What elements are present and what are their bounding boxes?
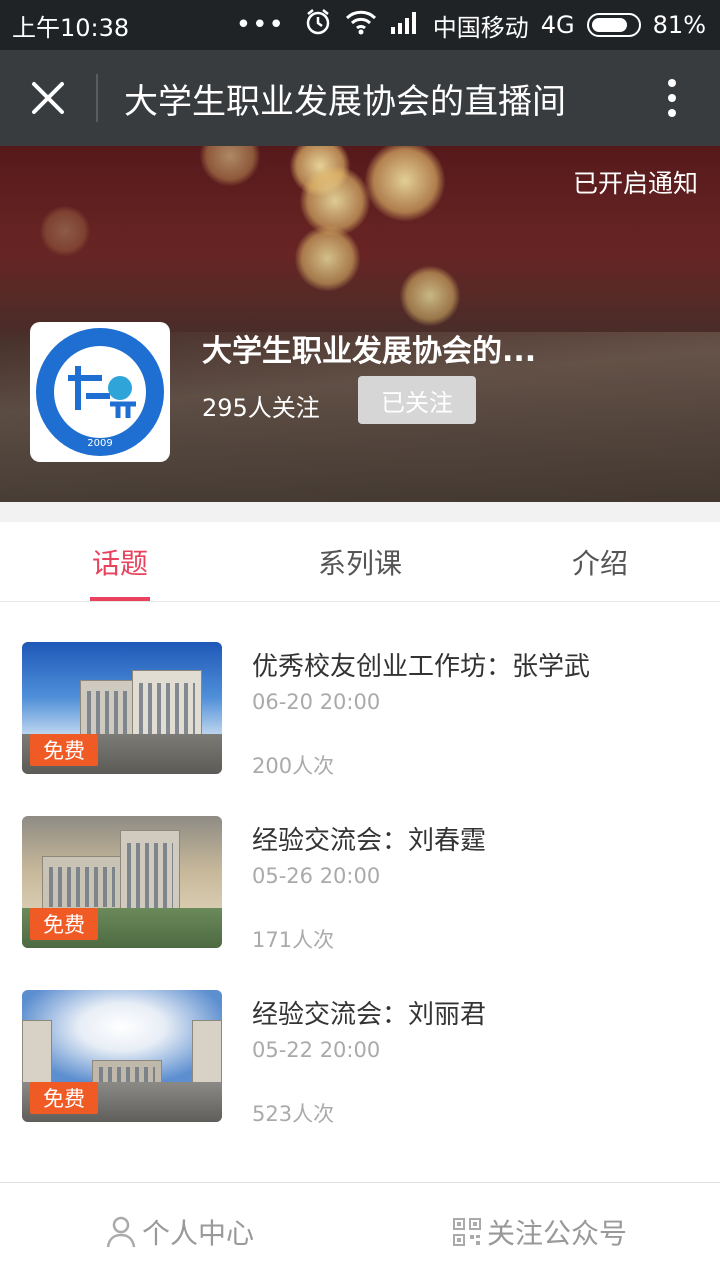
alarm-icon xyxy=(303,7,333,43)
qr-code-icon xyxy=(452,1217,481,1246)
tab-bar: 话题 系列课 介绍 xyxy=(0,522,720,602)
tab-series-courses[interactable]: 系列课 xyxy=(240,522,480,601)
status-time: 上午10:38 xyxy=(12,13,130,42)
topic-thumbnail: 免费 xyxy=(22,816,222,948)
more-vertical-icon xyxy=(668,79,676,117)
free-badge: 免费 xyxy=(30,1082,98,1114)
personal-center-label: 个人中心 xyxy=(141,1216,254,1250)
follow-account-label: 关注公众号 xyxy=(486,1216,627,1250)
topic-views: 200人次 xyxy=(252,754,335,778)
topic-title: 经验交流会：刘丽君 xyxy=(252,1000,487,1030)
association-logo: 2009 xyxy=(36,328,164,456)
topic-title: 经验交流会：刘春霆 xyxy=(252,826,487,856)
channel-avatar[interactable]: 2009 xyxy=(30,322,170,462)
network-type: 4G xyxy=(540,11,575,39)
topic-time: 05-26 20:00 xyxy=(252,864,381,888)
person-icon xyxy=(106,1216,136,1247)
page-title: 大学生职业发展协会的直播间 xyxy=(124,81,566,122)
personal-center-button[interactable]: 个人中心 xyxy=(0,1183,360,1280)
topic-item[interactable]: 免费 经验交流会：刘春霆 05-26 20:00 171人次 xyxy=(0,816,720,952)
tab-introduction[interactable]: 介绍 xyxy=(480,522,720,601)
carrier-name: 中国移动 xyxy=(432,13,529,42)
section-gap xyxy=(0,502,720,522)
more-options-button[interactable] xyxy=(624,50,720,146)
follow-button[interactable]: 已关注 xyxy=(358,376,476,424)
logo-year: 2009 xyxy=(87,438,112,449)
notification-status[interactable]: 已开启通知 xyxy=(573,164,698,200)
topic-views: 171人次 xyxy=(252,928,335,952)
follow-account-button[interactable]: 关注公众号 xyxy=(360,1183,720,1280)
topic-item[interactable]: 免费 经验交流会：刘丽君 05-22 20:00 523人次 xyxy=(0,990,720,1126)
title-divider xyxy=(96,74,98,122)
topic-time: 06-20 20:00 xyxy=(252,690,381,714)
tab-topics[interactable]: 话题 xyxy=(0,522,240,601)
topic-time: 05-22 20:00 xyxy=(252,1038,381,1062)
signal-icon xyxy=(389,10,421,40)
topic-thumbnail: 免费 xyxy=(22,642,222,774)
topic-views: 523人次 xyxy=(252,1102,335,1126)
status-indicators: ••• 中国移动 4G 81% xyxy=(236,7,706,43)
close-button[interactable] xyxy=(0,50,96,146)
close-icon xyxy=(32,82,64,114)
battery-percent: 81% xyxy=(652,11,706,39)
channel-name: 大学生职业发展协会的... xyxy=(202,334,537,369)
status-bar: 上午10:38 ••• 中国移动 4G 81% xyxy=(0,0,720,50)
topic-item[interactable]: 免费 优秀校友创业工作坊：张学武 06-20 20:00 200人次 xyxy=(0,642,720,778)
bottom-bar: 个人中心 关注公众号 xyxy=(0,1182,720,1280)
free-badge: 免费 xyxy=(30,734,98,766)
free-badge: 免费 xyxy=(30,908,98,940)
channel-hero: 已开启通知 2009 大学生职业发展协会的... 295人关注 已关注 xyxy=(0,146,720,502)
topic-thumbnail: 免费 xyxy=(22,990,222,1122)
title-bar: 大学生职业发展协会的直播间 xyxy=(0,50,720,146)
follower-count: 295人关注 xyxy=(202,394,320,422)
topic-title: 优秀校友创业工作坊：张学武 xyxy=(252,652,591,682)
wifi-icon xyxy=(345,9,377,41)
battery-icon xyxy=(586,13,641,37)
more-notifications-icon: ••• xyxy=(235,10,285,40)
